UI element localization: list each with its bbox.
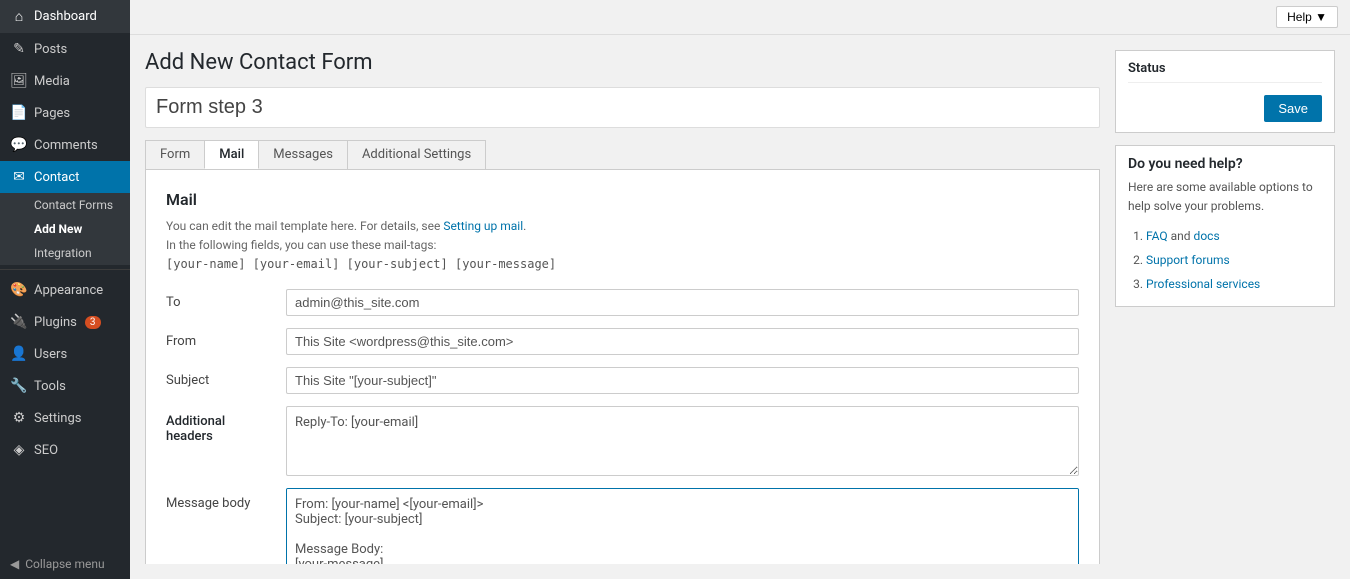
- sidebar-item-label: Posts: [34, 42, 67, 57]
- seo-icon: ◈: [10, 442, 28, 458]
- tabs: Form Mail Messages Additional Settings: [145, 140, 1100, 170]
- dashboard-icon: ⌂: [10, 8, 28, 25]
- contact-submenu: Contact Forms Add New Integration: [0, 193, 130, 265]
- field-row-to: To: [166, 289, 1079, 316]
- help-item-2: Support forums: [1146, 248, 1322, 272]
- form-title-input[interactable]: [145, 87, 1100, 128]
- collapse-label: Collapse menu: [25, 557, 104, 571]
- mail-panel: Mail You can edit the mail template here…: [145, 170, 1100, 564]
- subject-label: Subject: [166, 367, 276, 388]
- sidebar-subitem-integration[interactable]: Integration: [0, 241, 130, 265]
- mail-description: You can edit the mail template here. For…: [166, 217, 1079, 275]
- faq-link[interactable]: FAQ: [1146, 229, 1168, 243]
- sidebar-item-appearance[interactable]: 🎨 Appearance: [0, 274, 130, 306]
- message-body-textarea[interactable]: From: [your-name] <[your-email]> Subject…: [286, 488, 1079, 564]
- content-area: Add New Contact Form Form Mail Messages …: [130, 35, 1350, 579]
- sidebar-item-label: Dashboard: [34, 9, 97, 24]
- contact-icon: ✉: [10, 169, 28, 185]
- sidebar-item-label: Media: [34, 74, 70, 89]
- to-input[interactable]: [286, 289, 1079, 316]
- topbar: Help ▼: [130, 0, 1350, 35]
- side-panel: Status Save Do you need help? Here are s…: [1115, 50, 1335, 564]
- sidebar-subitem-add-new[interactable]: Add New: [0, 217, 130, 241]
- appearance-icon: 🎨: [10, 282, 28, 298]
- tab-form[interactable]: Form: [145, 140, 205, 169]
- sidebar-item-label: Comments: [34, 138, 98, 153]
- mail-tags: [your-name] [your-email] [your-subject] …: [166, 257, 556, 271]
- professional-services-link[interactable]: Professional services: [1146, 277, 1260, 291]
- help-item-1: FAQ and docs: [1146, 224, 1322, 248]
- field-row-message-body: Message body From: [your-name] <[your-em…: [166, 488, 1079, 564]
- help-box: Do you need help? Here are some availabl…: [1115, 145, 1335, 307]
- additional-headers-textarea[interactable]: Reply-To: [your-email]: [286, 406, 1079, 476]
- sidebar-item-pages[interactable]: 📄 Pages: [0, 97, 130, 129]
- sidebar-item-comments[interactable]: 💬 Comments: [0, 129, 130, 161]
- setting-up-mail-link[interactable]: Setting up mail: [443, 219, 523, 233]
- plugins-badge: 3: [85, 316, 101, 329]
- status-box: Status Save: [1115, 50, 1335, 133]
- mail-title: Mail: [166, 190, 1079, 209]
- from-label: From: [166, 328, 276, 349]
- sidebar-item-tools[interactable]: 🔧 Tools: [0, 370, 130, 402]
- help-list: FAQ and docs Support forums Professional…: [1128, 224, 1322, 296]
- mail-desc-text2: .: [523, 219, 526, 233]
- sidebar-item-settings[interactable]: ⚙ Settings: [0, 402, 130, 434]
- sidebar-item-label: Contact: [34, 170, 79, 185]
- sidebar-subitem-contact-forms[interactable]: Contact Forms: [0, 193, 130, 217]
- sidebar-item-label: Tools: [34, 379, 66, 394]
- help-button[interactable]: Help ▼: [1276, 6, 1338, 28]
- sidebar-item-plugins[interactable]: 🔌 Plugins 3: [0, 306, 130, 338]
- media-icon: 🖼: [10, 73, 28, 89]
- tab-additional-settings[interactable]: Additional Settings: [347, 140, 486, 169]
- save-button[interactable]: Save: [1264, 95, 1322, 122]
- sidebar-item-label: SEO: [34, 443, 58, 458]
- main-content: Help ▼ Add New Contact Form Form Mail Me…: [130, 0, 1350, 579]
- field-row-from: From: [166, 328, 1079, 355]
- sidebar-item-media[interactable]: 🖼 Media: [0, 65, 130, 97]
- main-panel: Add New Contact Form Form Mail Messages …: [145, 50, 1100, 564]
- help-box-title: Do you need help?: [1128, 156, 1322, 172]
- posts-icon: ✎: [10, 41, 28, 57]
- status-box-title: Status: [1128, 61, 1322, 83]
- sidebar-item-seo[interactable]: ◈ SEO: [0, 434, 130, 466]
- tab-messages[interactable]: Messages: [258, 140, 348, 169]
- help-item-3: Professional services: [1146, 272, 1322, 296]
- sidebar-item-contact[interactable]: ✉ Contact: [0, 161, 130, 193]
- plugins-icon: 🔌: [10, 314, 28, 330]
- sidebar-item-users[interactable]: 👤 Users: [0, 338, 130, 370]
- sidebar-item-label: Settings: [34, 411, 81, 426]
- help-box-desc: Here are some available options to help …: [1128, 178, 1322, 216]
- sidebar-item-dashboard[interactable]: ⌂ Dashboard: [0, 0, 130, 33]
- page-title: Add New Contact Form: [145, 50, 1100, 75]
- support-forums-link[interactable]: Support forums: [1146, 253, 1230, 267]
- sidebar-item-label: Users: [34, 347, 67, 362]
- users-icon: 👤: [10, 346, 28, 362]
- comments-icon: 💬: [10, 137, 28, 153]
- settings-icon: ⚙: [10, 410, 28, 426]
- subject-input[interactable]: [286, 367, 1079, 394]
- collapse-menu[interactable]: ◀ Collapse menu: [0, 549, 130, 579]
- from-input[interactable]: [286, 328, 1079, 355]
- sidebar-divider: [0, 269, 130, 270]
- mail-desc-text1: You can edit the mail template here. For…: [166, 219, 443, 233]
- pages-icon: 📄: [10, 105, 28, 121]
- sidebar-item-label: Appearance: [34, 283, 103, 298]
- additional-headers-label: Additionalheaders: [166, 406, 276, 444]
- field-row-additional-headers: Additionalheaders Reply-To: [your-email]: [166, 406, 1079, 476]
- field-row-subject: Subject: [166, 367, 1079, 394]
- tools-icon: 🔧: [10, 378, 28, 394]
- sidebar: ⌂ Dashboard ✎ Posts 🖼 Media 📄 Pages 💬 Co…: [0, 0, 130, 579]
- to-label: To: [166, 289, 276, 310]
- tab-mail[interactable]: Mail: [204, 140, 259, 169]
- message-body-label: Message body: [166, 488, 276, 511]
- docs-link[interactable]: docs: [1194, 229, 1220, 243]
- collapse-icon: ◀: [10, 557, 19, 571]
- mail-desc-line2: In the following fields, you can use the…: [166, 238, 436, 252]
- sidebar-item-posts[interactable]: ✎ Posts: [0, 33, 130, 65]
- help-item-1-and: and: [1171, 229, 1194, 243]
- sidebar-item-label: Plugins: [34, 315, 77, 330]
- sidebar-item-label: Pages: [34, 106, 70, 121]
